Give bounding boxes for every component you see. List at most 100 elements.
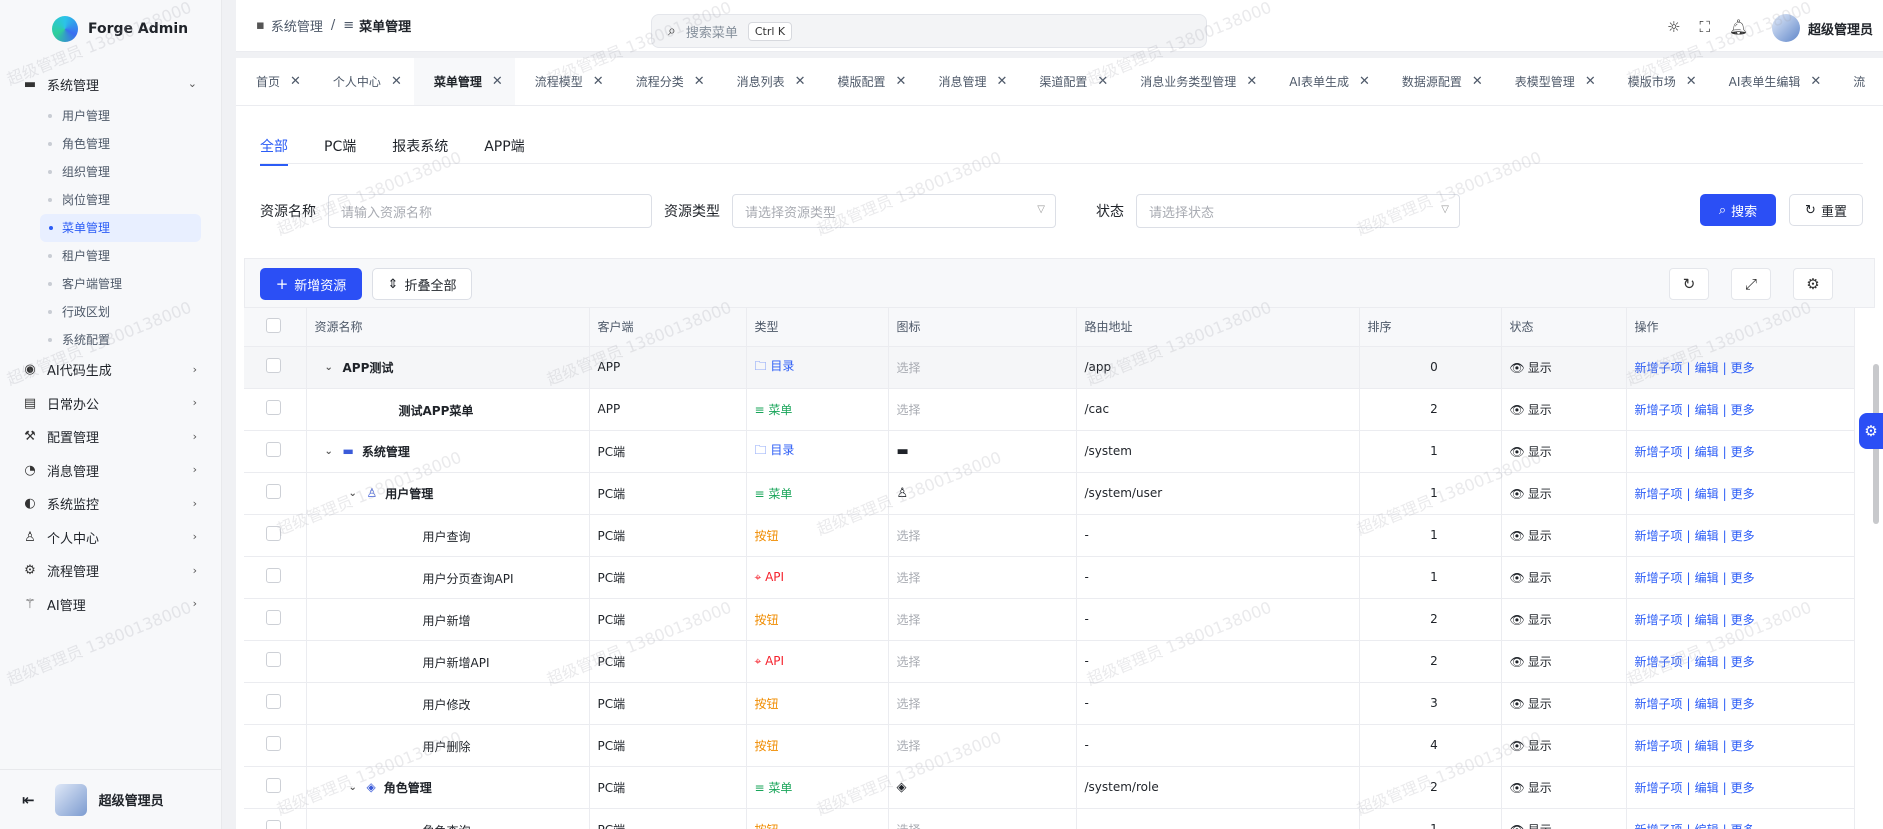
subtab-3[interactable]: APP端 (484, 136, 524, 166)
avatar[interactable] (54, 783, 87, 816)
table-row[interactable]: 用户查询 PC端 按钮 选择 -1 👁︎ 显示 新增子项 | 编辑 | 更多 (244, 514, 1855, 557)
row-checkbox[interactable] (266, 736, 281, 751)
tab-15[interactable]: 流 (1833, 58, 1877, 105)
header-user[interactable]: 超级管理员 (1771, 14, 1873, 42)
close-icon[interactable]: ✕ (1472, 74, 1483, 89)
table-row[interactable]: 角色查询PC端按钮选择-1👁︎显示新增子项|编辑|更多 (244, 808, 1855, 829)
sidebar-group-4[interactable]: ◔ 消息管理 › (10, 454, 211, 486)
sidebar-group-8[interactable]: ⚚ AI管理 › (10, 588, 211, 620)
expand-icon[interactable]: ⤢ (1731, 268, 1771, 300)
add-child-link[interactable]: 新增子项 (1635, 823, 1683, 829)
table-row[interactable]: 用户分页查询API PC端 ⌖ API 选择 -1 👁︎ 显示 新增子项 | 编辑 | 更多 (244, 556, 1855, 599)
icon-select[interactable]: 选择 (897, 529, 921, 543)
table-row[interactable]: 用户新增API PC端 ⌖ API 选择 -2 👁︎ 显示 新增子项 | 编辑 | 更多 (244, 640, 1855, 683)
add-child-link[interactable]: 新增子项 (1635, 781, 1683, 795)
tab-9[interactable]: 消息业务类型管理 ✕ (1120, 58, 1269, 105)
add-child-link[interactable]: 新增子项 (1635, 613, 1683, 627)
tab-13[interactable]: 模版市场 ✕ (1608, 58, 1709, 105)
sidebar-group-3[interactable]: ⚒ 配置管理 › (10, 421, 211, 453)
more-link[interactable]: 更多 (1731, 487, 1755, 501)
tab-6[interactable]: 模版配置 ✕ (818, 58, 919, 105)
tab-3[interactable]: 流程模型 ✕ (515, 58, 616, 105)
close-icon[interactable]: ✕ (694, 74, 705, 89)
sidebar-item-4[interactable]: 菜单管理 (40, 213, 201, 242)
edit-link[interactable]: 编辑 (1695, 445, 1719, 459)
edit-link[interactable]: 编辑 (1695, 361, 1719, 375)
subtab-2[interactable]: 报表系统 (392, 136, 448, 166)
add-child-link[interactable]: 新增子项 (1635, 697, 1683, 711)
add-child-link[interactable]: 新增子项 (1635, 487, 1683, 501)
search-button[interactable]: ⌕ 搜索 (1700, 194, 1776, 226)
more-link[interactable]: 更多 (1731, 571, 1755, 585)
edit-link[interactable]: 编辑 (1695, 697, 1719, 711)
sidebar-group-2[interactable]: ▤ 日常办公 › (10, 387, 211, 419)
row-checkbox[interactable] (266, 652, 281, 667)
tab-1[interactable]: 个人中心 ✕ (313, 58, 414, 105)
tab-14[interactable]: AI表单生编辑 ✕ (1709, 58, 1834, 105)
close-icon[interactable]: ✕ (1810, 74, 1821, 89)
icon-select[interactable]: 选择 (897, 361, 921, 375)
select-all-checkbox[interactable] (266, 317, 281, 333)
row-checkbox[interactable] (266, 778, 281, 793)
tab-10[interactable]: AI表单生成 ✕ (1269, 58, 1382, 105)
edit-link[interactable]: 编辑 (1695, 613, 1719, 627)
sidebar-item-1[interactable]: 角色管理 (10, 130, 211, 158)
table-row[interactable]: 测试APP菜单 APP ≡ 菜单 选择/cac 2 👁︎ 显示 新增子项 | 编辑 | 更多 (244, 388, 1855, 431)
sidebar-group-7[interactable]: ⚙ 流程管理 › (10, 555, 211, 587)
chevron-down-icon[interactable]: ⌄ (349, 488, 359, 499)
edit-link[interactable]: 编辑 (1695, 781, 1719, 795)
subtab-0[interactable]: 全部 (260, 136, 288, 166)
row-checkbox[interactable] (266, 484, 281, 499)
close-icon[interactable]: ✕ (996, 74, 1007, 89)
more-link[interactable]: 更多 (1731, 529, 1755, 543)
more-link[interactable]: 更多 (1731, 655, 1755, 669)
sidebar-group-1[interactable]: ◉ AI代码生成 › (10, 354, 211, 386)
fullscreen-icon[interactable]: ⛶ (1699, 18, 1710, 36)
row-checkbox[interactable] (266, 526, 281, 541)
edit-link[interactable]: 编辑 (1695, 529, 1719, 543)
add-child-link[interactable]: 新增子项 (1635, 655, 1683, 669)
row-checkbox[interactable] (266, 610, 281, 625)
close-icon[interactable]: ✕ (1686, 74, 1697, 89)
sidebar-item-6[interactable]: 客户端管理 (10, 270, 211, 298)
table-row[interactable]: ⌄ APP测试 APP 🗀︎ 目录 选择/app 0 👁︎ 显示 新增子项 | 编辑 | 更多 (244, 346, 1855, 389)
close-icon[interactable]: ✕ (795, 74, 806, 89)
chevron-down-icon[interactable]: ⌄ (349, 782, 359, 793)
reset-button[interactable]: ↻ 重置 (1789, 194, 1863, 226)
breadcrumb-item-system[interactable]: 系统管理 (271, 16, 323, 35)
sidebar-item-0[interactable]: 用户管理 (10, 102, 211, 130)
edit-link[interactable]: 编辑 (1695, 571, 1719, 585)
more-link[interactable]: 更多 (1731, 613, 1755, 627)
add-child-link[interactable]: 新增子项 (1635, 361, 1683, 375)
icon-select[interactable]: 选择 (897, 739, 921, 753)
icon-select[interactable]: 选择 (897, 403, 921, 417)
row-checkbox[interactable] (266, 442, 281, 457)
row-checkbox[interactable] (266, 400, 281, 415)
tab-4[interactable]: 流程分类 ✕ (616, 58, 717, 105)
sun-icon[interactable]: ☼ (1667, 18, 1680, 36)
sidebar-group-6[interactable]: ♙ 个人中心 › (10, 521, 211, 553)
table-row[interactable]: 用户修改 PC端 按钮 选择 -3 👁︎ 显示 新增子项 | 编辑 | 更多 (244, 682, 1855, 725)
sidebar-item-5[interactable]: 租户管理 (10, 242, 211, 270)
close-icon[interactable]: ✕ (290, 74, 301, 89)
more-link[interactable]: 更多 (1731, 697, 1755, 711)
close-icon[interactable]: ✕ (1359, 74, 1370, 89)
table-row[interactable]: ⌄ ♙ 用户管理 PC端 ≡ 菜单 ♙/system/user 1 👁︎ 显示 新增子项 | 编辑 | 更… (244, 472, 1855, 515)
close-icon[interactable]: ✕ (1585, 74, 1596, 89)
more-link[interactable]: 更多 (1731, 361, 1755, 375)
more-link[interactable]: 更多 (1731, 445, 1755, 459)
sidebar-group-5[interactable]: ◐ 系统监控 › (10, 488, 211, 520)
add-child-link[interactable]: 新增子项 (1635, 739, 1683, 753)
add-resource-button[interactable]: + 新增资源 (260, 268, 362, 300)
icon-select[interactable]: 选择 (897, 571, 921, 585)
status-select[interactable]: 请选择状态 ▽ (1136, 194, 1460, 228)
icon-select[interactable]: 选择 (897, 697, 921, 711)
settings-gear-icon[interactable]: ⚙ (1793, 268, 1833, 300)
edit-link[interactable]: 编辑 (1695, 739, 1719, 753)
edit-link[interactable]: 编辑 (1695, 403, 1719, 417)
collapse-sidebar-icon[interactable]: ⇤ (22, 791, 35, 809)
table-row[interactable]: ⌄ ▬ 系统管理 PC端 🗀︎ 目录 ▬/system 1 👁︎ 显示 新增子项 | 编辑 | 更多 (244, 430, 1855, 473)
chevron-down-icon[interactable]: ⌄ (325, 446, 335, 457)
icon-select[interactable]: 选择 (897, 613, 921, 627)
row-checkbox[interactable] (266, 820, 281, 829)
